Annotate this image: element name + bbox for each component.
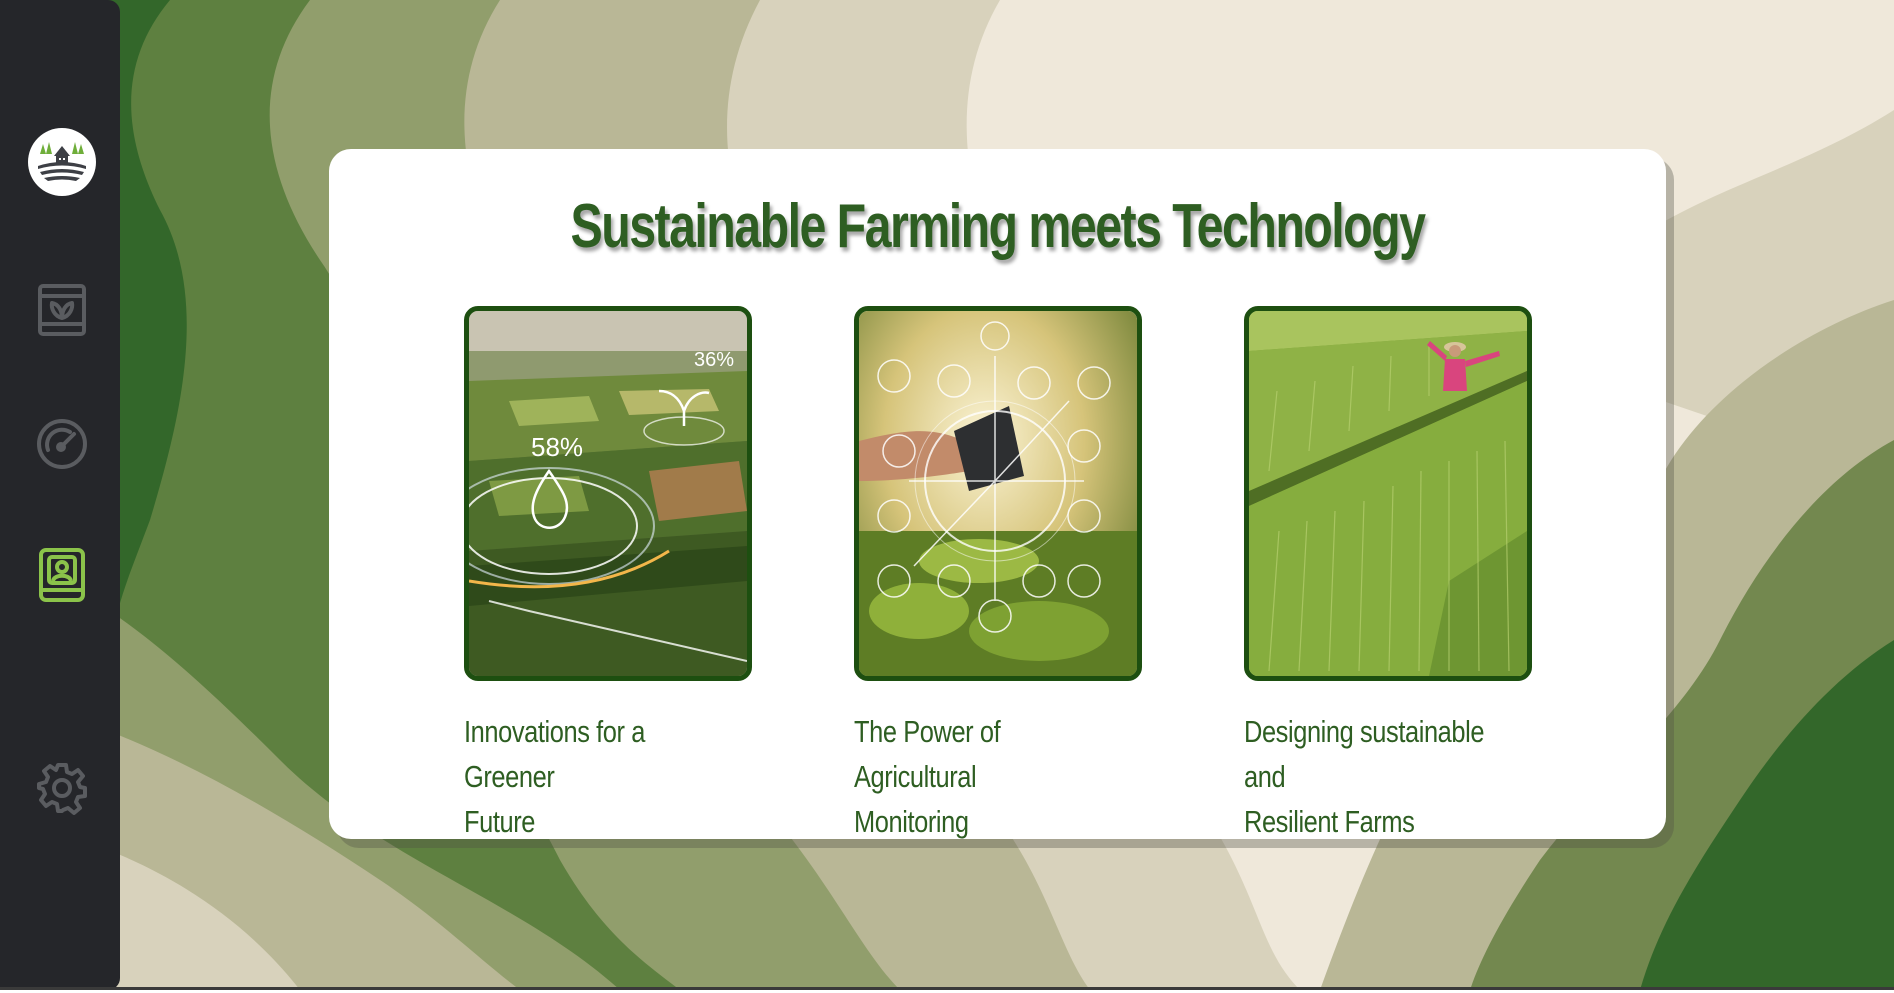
page-title: Sustainable Farming meets Technology	[570, 192, 1426, 261]
feature-card-resilient-farms[interactable]: Designing sustainable and Resilient Farm…	[1244, 306, 1532, 844]
feature-caption: Designing sustainable and Resilient Farm…	[1244, 709, 1490, 844]
gear-icon	[37, 763, 87, 815]
seed-bag-icon	[38, 284, 86, 336]
feature-caption-line1: Innovations for a Greener	[464, 714, 645, 794]
feature-image-wheat-field	[1244, 306, 1532, 681]
main-card: Sustainable Farming meets Technology 58%…	[329, 149, 1666, 839]
feature-caption-line2: Future	[464, 804, 536, 839]
sidebar-item-settings[interactable]	[30, 756, 94, 820]
humidity-overlay-text: 58%	[531, 432, 583, 462]
feature-card-innovations[interactable]: 58% 36% Innovations for a Greener Future	[464, 306, 752, 844]
growth-overlay-text: 36%	[694, 349, 734, 371]
feature-caption-line1: Designing sustainable and	[1244, 714, 1485, 794]
gauge-icon	[37, 419, 87, 469]
feature-card-monitoring[interactable]: The Power of Agricultural Monitoring	[854, 306, 1142, 844]
sidebar	[0, 0, 120, 987]
sidebar-item-contacts[interactable]	[30, 543, 94, 607]
sidebar-item-dashboard[interactable]	[30, 412, 94, 476]
feature-caption: Innovations for a Greener Future	[464, 709, 710, 844]
feature-caption: The Power of Agricultural Monitoring	[854, 709, 1100, 844]
farm-logo-icon	[38, 142, 86, 181]
feature-image-monitoring	[854, 306, 1142, 681]
sidebar-item-seeds[interactable]	[30, 278, 94, 342]
farm-logo[interactable]	[28, 128, 96, 196]
feature-caption-line1: The Power of Agricultural	[854, 714, 1001, 794]
app-screen: Sustainable Farming meets Technology 58%…	[0, 0, 1894, 990]
feature-image-smart-farm: 58% 36%	[464, 306, 752, 681]
feature-caption-line2: Monitoring	[854, 804, 969, 839]
feature-caption-line2: Resilient Farms	[1244, 804, 1415, 839]
contact-book-icon	[39, 548, 85, 602]
